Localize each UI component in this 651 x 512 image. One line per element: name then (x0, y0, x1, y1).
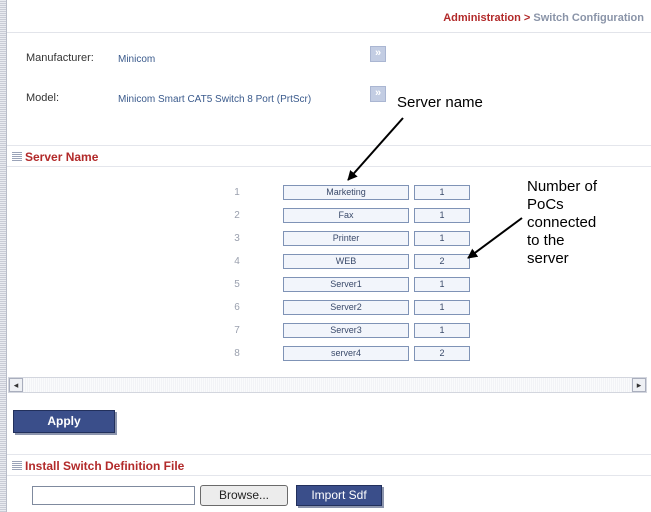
model-value: Minicom Smart CAT5 Switch 8 Port (PrtScr… (118, 94, 312, 105)
scroll-right-icon[interactable]: ▸ (632, 378, 646, 392)
breadcrumb-current: Switch Configuration (533, 12, 644, 24)
sdf-file-input[interactable] (32, 486, 195, 505)
server-row-number: 3 (234, 233, 240, 244)
pocs-annotation-line: to the (527, 232, 565, 249)
server-row-number: 1 (234, 187, 240, 198)
breadcrumb-separator: > (523, 12, 531, 24)
breadcrumb: Administration > Switch Configuration (443, 12, 644, 24)
pocs-annotation-line: server (527, 250, 569, 267)
apply-button[interactable]: Apply (13, 410, 115, 433)
server-name-field[interactable]: WEB (283, 254, 409, 269)
manufacturer-value: Minicom (118, 54, 156, 65)
server-name-section-title: Server Name (25, 150, 99, 164)
server-name-field[interactable]: Marketing (283, 185, 409, 200)
model-label: Model: (26, 92, 60, 104)
server-row-number: 7 (234, 325, 240, 336)
server-row-number: 5 (234, 279, 240, 290)
horizontal-scrollbar[interactable]: ◂ ▸ (8, 377, 647, 393)
server-name-annotation: Server name (397, 94, 483, 111)
list-icon (12, 461, 22, 470)
pocs-annotation-line: Number of (527, 178, 598, 195)
server-poc-count-field[interactable]: 1 (414, 231, 470, 246)
server-row-number: 8 (234, 348, 240, 359)
browse-button[interactable]: Browse... (200, 485, 288, 506)
server-poc-count-field[interactable]: 1 (414, 208, 470, 223)
server-name-section-header: Server Name (7, 145, 651, 167)
import-sdf-button[interactable]: Import Sdf (296, 485, 382, 506)
server-poc-count-field[interactable]: 1 (414, 300, 470, 315)
top-divider (7, 32, 651, 33)
server-poc-count-field[interactable]: 2 (414, 254, 470, 269)
server-poc-count-field[interactable]: 2 (414, 346, 470, 361)
left-rail (0, 0, 7, 512)
scroll-left-icon[interactable]: ◂ (9, 378, 23, 392)
install-section-title: Install Switch Definition File (25, 459, 185, 473)
server-name-field[interactable]: Server3 (283, 323, 409, 338)
manufacturer-label: Manufacturer: (26, 52, 94, 64)
server-row-number: 6 (234, 302, 240, 313)
pocs-annotation-line: PoCs (527, 196, 564, 213)
server-name-field[interactable]: server4 (283, 346, 409, 361)
server-poc-count-field[interactable]: 1 (414, 323, 470, 338)
pocs-annotation-line: connected (527, 214, 597, 231)
model-expand-button[interactable]: » (370, 86, 386, 102)
server-poc-count-field[interactable]: 1 (414, 185, 470, 200)
server-poc-count-field[interactable]: 1 (414, 277, 470, 292)
pocs-annotation: Number of PoCs connected to the server (527, 178, 597, 268)
breadcrumb-administration[interactable]: Administration (443, 12, 521, 24)
manufacturer-expand-button[interactable]: » (370, 46, 386, 62)
server-name-field[interactable]: Server2 (283, 300, 409, 315)
server-row-number: 2 (234, 210, 240, 221)
server-name-field[interactable]: Server1 (283, 277, 409, 292)
server-name-field[interactable]: Fax (283, 208, 409, 223)
server-row-number: 4 (234, 256, 240, 267)
server-name-field[interactable]: Printer (283, 231, 409, 246)
install-section-header: Install Switch Definition File (7, 454, 651, 476)
list-icon (12, 152, 22, 161)
